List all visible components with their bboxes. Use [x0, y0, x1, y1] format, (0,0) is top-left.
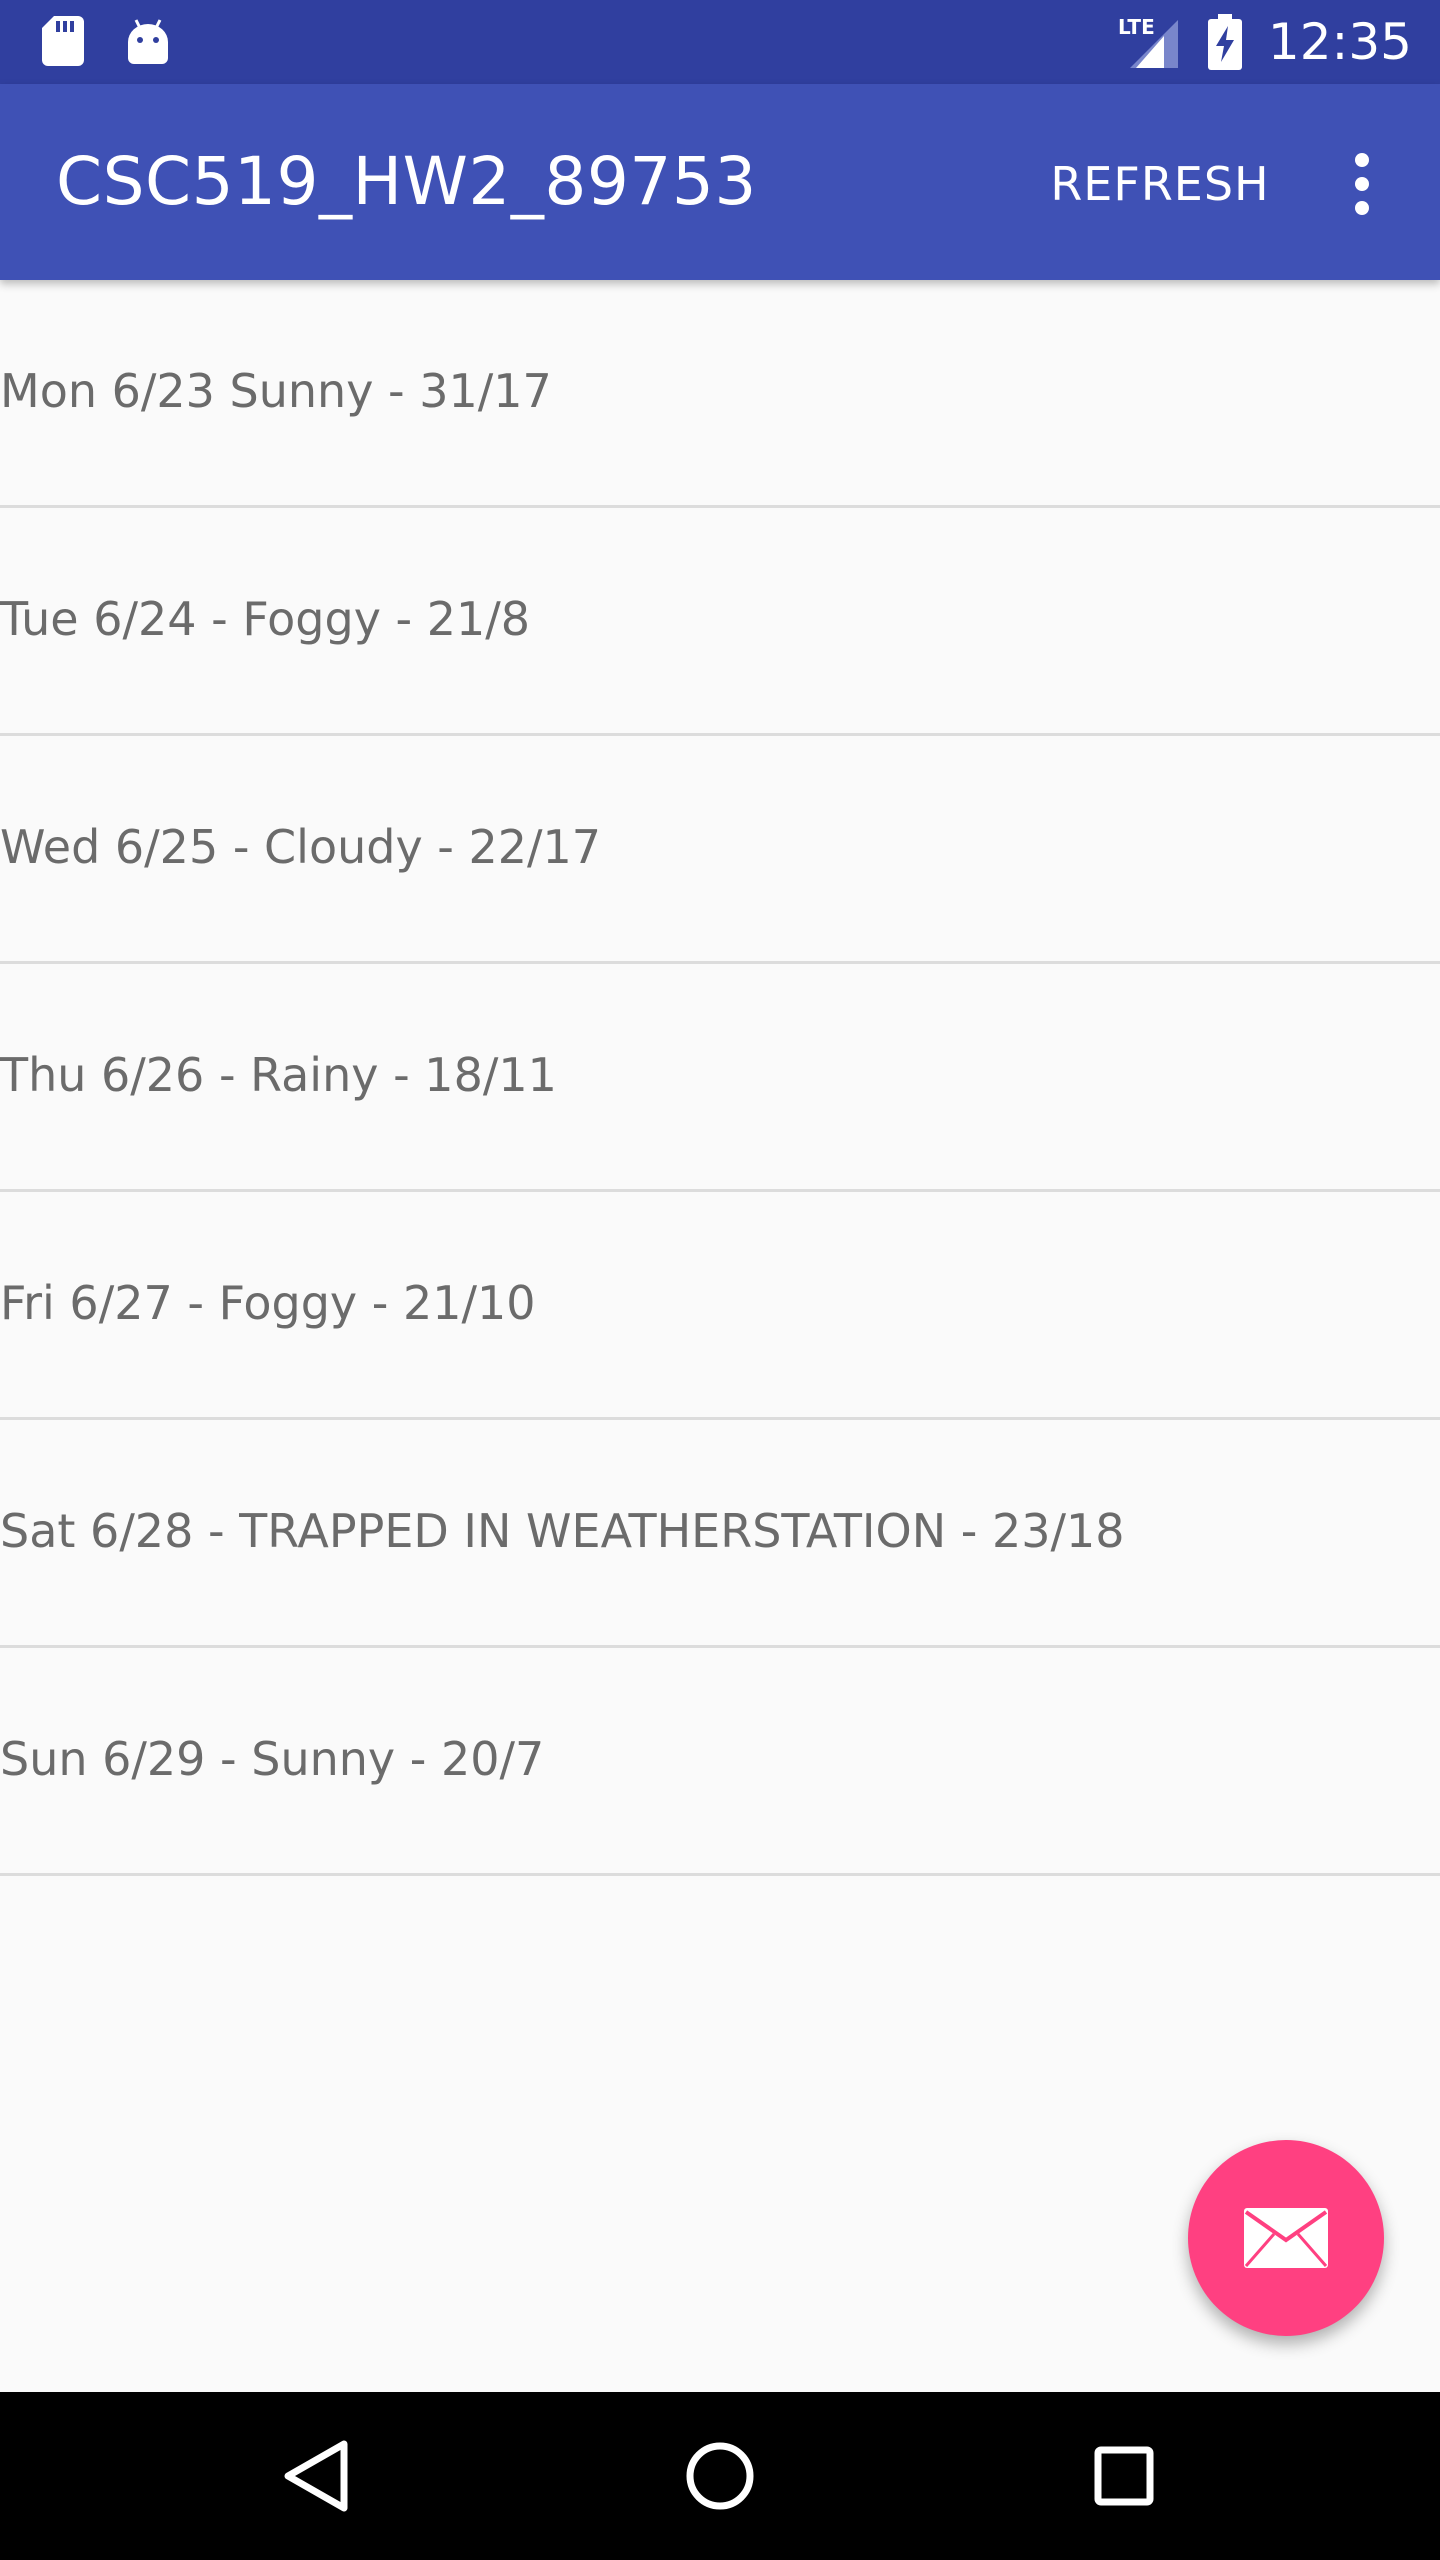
navigation-bar	[0, 2392, 1440, 2560]
refresh-button[interactable]: REFRESH	[1030, 144, 1290, 224]
status-bar: LTE 12:35	[0, 0, 1440, 84]
status-bar-right: LTE 12:35	[1118, 12, 1412, 72]
android-icon	[128, 19, 168, 64]
status-time: 12:35	[1267, 13, 1412, 71]
signal-icon: LTE	[1118, 15, 1178, 68]
list-item[interactable]: Sun 6/29 - Sunny - 20/7	[0, 1648, 1440, 1876]
home-icon	[686, 2442, 754, 2510]
list-item-label: Thu 6/26 - Rainy - 18/11	[0, 1047, 557, 1102]
list-item[interactable]: Tue 6/24 - Foggy - 21/8	[0, 508, 1440, 736]
back-icon	[284, 2440, 348, 2512]
list-item[interactable]: Fri 6/27 - Foggy - 21/10	[0, 1192, 1440, 1420]
list-item-label: Fri 6/27 - Foggy - 21/10	[0, 1275, 536, 1330]
app-title: CSC519_HW2_89753	[56, 143, 757, 220]
list-item-label: Sat 6/28 - TRAPPED IN WEATHERSTATION - 2…	[0, 1503, 1125, 1558]
list-item[interactable]: Thu 6/26 - Rainy - 18/11	[0, 964, 1440, 1192]
list-item[interactable]: Wed 6/25 - Cloudy - 22/17	[0, 736, 1440, 964]
list-item[interactable]: Mon 6/23 Sunny - 31/17	[0, 280, 1440, 508]
recents-button[interactable]	[1074, 2426, 1174, 2526]
battery-charging-icon	[1207, 14, 1242, 70]
email-icon	[1244, 2208, 1328, 2268]
sd-card-icon	[42, 16, 84, 66]
email-fab-button[interactable]	[1188, 2140, 1384, 2336]
network-type-label: LTE	[1118, 15, 1155, 39]
status-bar-left	[42, 16, 170, 66]
app-bar: CSC519_HW2_89753 REFRESH	[0, 84, 1440, 280]
list-item-label: Sun 6/29 - Sunny - 20/7	[0, 1731, 545, 1786]
overflow-menu-button[interactable]	[1320, 140, 1404, 228]
list-item[interactable]: Sat 6/28 - TRAPPED IN WEATHERSTATION - 2…	[0, 1420, 1440, 1648]
list-item-label: Wed 6/25 - Cloudy - 22/17	[0, 819, 602, 874]
list-item-label: Mon 6/23 Sunny - 31/17	[0, 363, 552, 418]
forecast-list: Mon 6/23 Sunny - 31/17 Tue 6/24 - Foggy …	[0, 280, 1440, 1876]
list-item-label: Tue 6/24 - Foggy - 21/8	[0, 591, 531, 646]
more-vert-icon	[1355, 153, 1369, 215]
back-button[interactable]	[266, 2426, 366, 2526]
recents-icon	[1094, 2446, 1154, 2506]
home-button[interactable]	[670, 2426, 770, 2526]
